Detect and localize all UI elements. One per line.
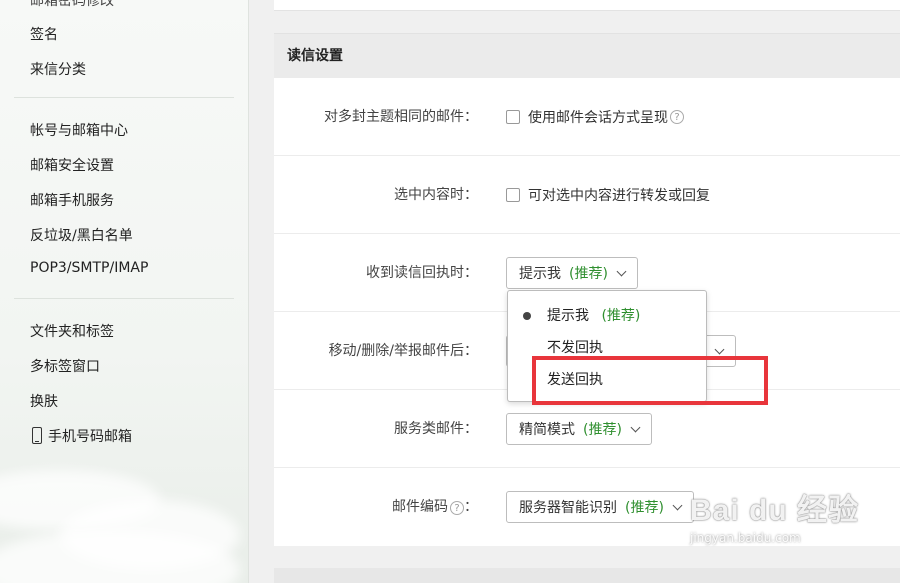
sidebar-item-mobile-service[interactable]: 邮箱手机服务 bbox=[30, 190, 114, 210]
label-colon: ： bbox=[464, 499, 478, 515]
settings-sidebar: 邮箱密码修改 签名 来信分类 帐号与邮箱中心 邮箱安全设置 邮箱手机服务 反垃圾… bbox=[0, 0, 249, 583]
sidebar-item-phone-mailbox[interactable]: 手机号码邮箱 bbox=[32, 426, 132, 446]
row-label: 移动/删除/举报邮件后： bbox=[328, 343, 478, 359]
option-label: 提示我 bbox=[547, 308, 589, 324]
sidebar-item-mail-filter[interactable]: 来信分类 bbox=[30, 59, 86, 79]
watermark-url: jingyan.baidu.com bbox=[690, 531, 801, 545]
annotation-highlight-box bbox=[532, 356, 768, 405]
select-value: 精简模式 bbox=[519, 422, 575, 438]
dropdown-option-notify[interactable]: 提示我 (推荐) bbox=[547, 305, 640, 325]
setting-row-selection: 选中内容时： 可对选中内容进行转发或回复 bbox=[274, 156, 900, 234]
row-label: 选中内容时： bbox=[394, 187, 478, 203]
phone-icon bbox=[32, 427, 42, 444]
help-icon[interactable]: ? bbox=[670, 110, 684, 124]
sidebar-item-label: 手机号码邮箱 bbox=[48, 429, 132, 445]
sidebar-item-pop3[interactable]: POP3/SMTP/IMAP bbox=[30, 260, 148, 276]
recommended-tag: (推荐) bbox=[583, 422, 622, 438]
conversation-checkbox[interactable] bbox=[506, 110, 520, 124]
selection-reply-checkbox[interactable] bbox=[506, 188, 520, 202]
checkbox-label[interactable]: 使用邮件会话方式呈现 bbox=[528, 107, 668, 127]
sidebar-divider bbox=[14, 97, 234, 98]
sidebar-divider bbox=[14, 298, 234, 299]
row-label: 邮件编码?： bbox=[392, 468, 478, 546]
row-label: 收到读信回执时： bbox=[366, 265, 478, 281]
chevron-down-icon bbox=[630, 422, 641, 432]
baidu-watermark: Bai du 经验 jingyan.baidu.com bbox=[690, 485, 859, 545]
sidebar-item-antispam[interactable]: 反垃圾/黑白名单 bbox=[30, 225, 133, 245]
sidebar-item-multi-tab[interactable]: 多标签窗口 bbox=[30, 356, 100, 376]
recommended-tag: (推荐) bbox=[601, 308, 641, 324]
sidebar-item-skin[interactable]: 换肤 bbox=[30, 391, 58, 411]
sidebar-item-folders[interactable]: 文件夹和标签 bbox=[30, 321, 114, 341]
read-receipt-select[interactable]: 提示我 (推荐) bbox=[506, 257, 638, 289]
encoding-select[interactable]: 服务器智能识别 (推荐) bbox=[506, 491, 694, 523]
sidebar-item-security[interactable]: 邮箱安全设置 bbox=[30, 155, 114, 175]
service-mail-select[interactable]: 精简模式 (推荐) bbox=[506, 413, 652, 445]
watermark-brand: Bai du 经验 bbox=[690, 494, 860, 527]
recommended-tag: (推荐) bbox=[625, 500, 664, 516]
chevron-down-icon bbox=[616, 266, 627, 276]
previous-panel-bottom bbox=[274, 0, 900, 11]
select-value: 提示我 bbox=[519, 266, 561, 282]
setting-row-conversation: 对多封主题相同的邮件： 使用邮件会话方式呈现 ? bbox=[274, 78, 900, 156]
row-label: 对多封主题相同的邮件： bbox=[324, 109, 478, 125]
help-icon[interactable]: ? bbox=[450, 501, 464, 515]
row-label: 服务类邮件： bbox=[394, 421, 478, 437]
label-text: 邮件编码 bbox=[392, 499, 448, 515]
dropdown-option-no-receipt[interactable]: 不发回执 bbox=[547, 337, 603, 357]
checkbox-label[interactable]: 可对选中内容进行转发或回复 bbox=[528, 185, 710, 205]
next-panel-header bbox=[274, 568, 900, 583]
sidebar-item-account-center[interactable]: 帐号与邮箱中心 bbox=[30, 120, 128, 140]
selected-dot-icon bbox=[523, 312, 531, 320]
chevron-down-icon bbox=[672, 500, 683, 510]
chevron-down-icon bbox=[714, 344, 725, 354]
sidebar-item-signature[interactable]: 签名 bbox=[30, 24, 58, 44]
select-value: 服务器智能识别 bbox=[519, 500, 617, 516]
panel-title: 读信设置 bbox=[274, 34, 900, 78]
sidebar-item-password[interactable]: 邮箱密码修改 bbox=[30, 0, 114, 10]
recommended-tag: (推荐) bbox=[569, 266, 608, 282]
